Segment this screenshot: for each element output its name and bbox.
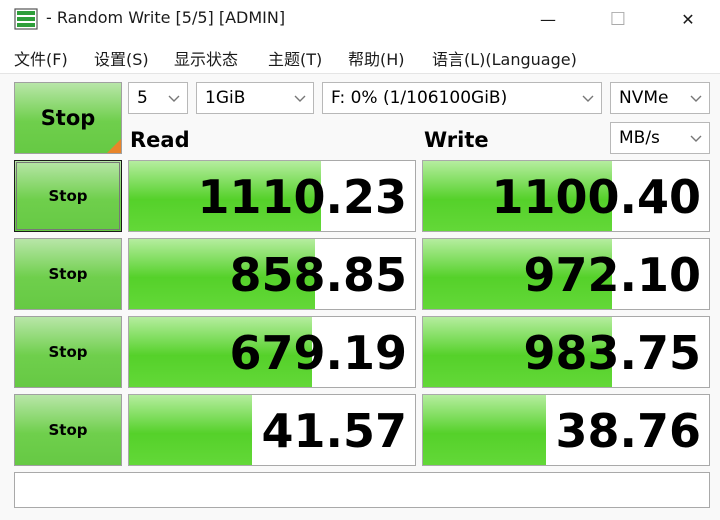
- read-result-2: 858.85: [128, 238, 416, 310]
- row-stop-label: Stop: [48, 421, 88, 439]
- window-title: - Random Write [5/5] [ADMIN]: [46, 8, 286, 27]
- stop-all-label: Stop: [40, 106, 96, 130]
- write-bar-4: [423, 395, 546, 465]
- row-stop-button-1[interactable]: Stop: [14, 160, 122, 232]
- menu-settings[interactable]: 设置(S): [94, 46, 149, 70]
- unit-value: MB/s: [619, 128, 660, 148]
- read-value-2: 858.85: [229, 248, 407, 302]
- chevron-down-icon: [690, 95, 702, 102]
- chevron-down-icon: [294, 95, 306, 102]
- profile-select[interactable]: NVMe: [610, 82, 710, 114]
- unit-select[interactable]: MB/s: [610, 122, 710, 154]
- chevron-down-icon: [690, 135, 702, 142]
- corner-marker: [107, 139, 121, 153]
- stop-all-button[interactable]: Stop: [14, 82, 122, 154]
- comment-field[interactable]: [14, 472, 710, 508]
- drive-select[interactable]: F: 0% (1/106100GiB): [322, 82, 602, 114]
- row-stop-label: Stop: [48, 187, 88, 205]
- read-value-3: 679.19: [229, 326, 407, 380]
- read-result-3: 679.19: [128, 316, 416, 388]
- write-result-2: 972.10: [422, 238, 710, 310]
- read-value-1: 1110.23: [197, 170, 407, 224]
- write-value-3: 983.75: [523, 326, 701, 380]
- count-select[interactable]: 5: [128, 82, 188, 114]
- row-stop-button-4[interactable]: Stop: [14, 394, 122, 466]
- chevron-down-icon: [168, 95, 180, 102]
- disk-app-icon: [14, 8, 38, 30]
- chevron-down-icon: [582, 95, 594, 102]
- title-bar[interactable]: - Random Write [5/5] [ADMIN] — ☐ ✕: [0, 0, 720, 38]
- write-value-1: 1100.40: [491, 170, 701, 224]
- write-result-4: 38.76: [422, 394, 710, 466]
- read-result-1: 1110.23: [128, 160, 416, 232]
- menu-help[interactable]: 帮助(H): [348, 46, 405, 70]
- minimize-button[interactable]: —: [518, 0, 578, 38]
- maximize-button[interactable]: ☐: [588, 0, 648, 38]
- read-header: Read: [130, 128, 190, 152]
- row-stop-label: Stop: [48, 265, 88, 283]
- close-button[interactable]: ✕: [658, 0, 718, 38]
- size-value: 1GiB: [205, 88, 246, 108]
- client-area: Stop 5 1GiB F: 0% (1/106100GiB) NVMe MB/…: [0, 74, 720, 520]
- write-result-1: 1100.40: [422, 160, 710, 232]
- write-header: Write: [424, 128, 489, 152]
- row-stop-label: Stop: [48, 343, 88, 361]
- menu-file[interactable]: 文件(F): [14, 46, 68, 70]
- read-bar-4: [129, 395, 252, 465]
- menu-theme[interactable]: 主题(T): [268, 46, 322, 70]
- menu-display-status[interactable]: 显示状态: [174, 46, 238, 70]
- drive-value: F: 0% (1/106100GiB): [331, 88, 508, 108]
- read-result-4: 41.57: [128, 394, 416, 466]
- profile-value: NVMe: [619, 88, 669, 108]
- write-value-2: 972.10: [523, 248, 701, 302]
- row-stop-button-2[interactable]: Stop: [14, 238, 122, 310]
- menu-bar: 文件(F) 设置(S) 显示状态 主题(T) 帮助(H) 语言(L)(Langu…: [0, 38, 720, 74]
- count-value: 5: [137, 88, 148, 108]
- write-result-3: 983.75: [422, 316, 710, 388]
- read-value-4: 41.57: [261, 404, 407, 458]
- write-value-4: 38.76: [555, 404, 701, 458]
- menu-language[interactable]: 语言(L)(Language): [432, 46, 577, 70]
- size-select[interactable]: 1GiB: [196, 82, 314, 114]
- row-stop-button-3[interactable]: Stop: [14, 316, 122, 388]
